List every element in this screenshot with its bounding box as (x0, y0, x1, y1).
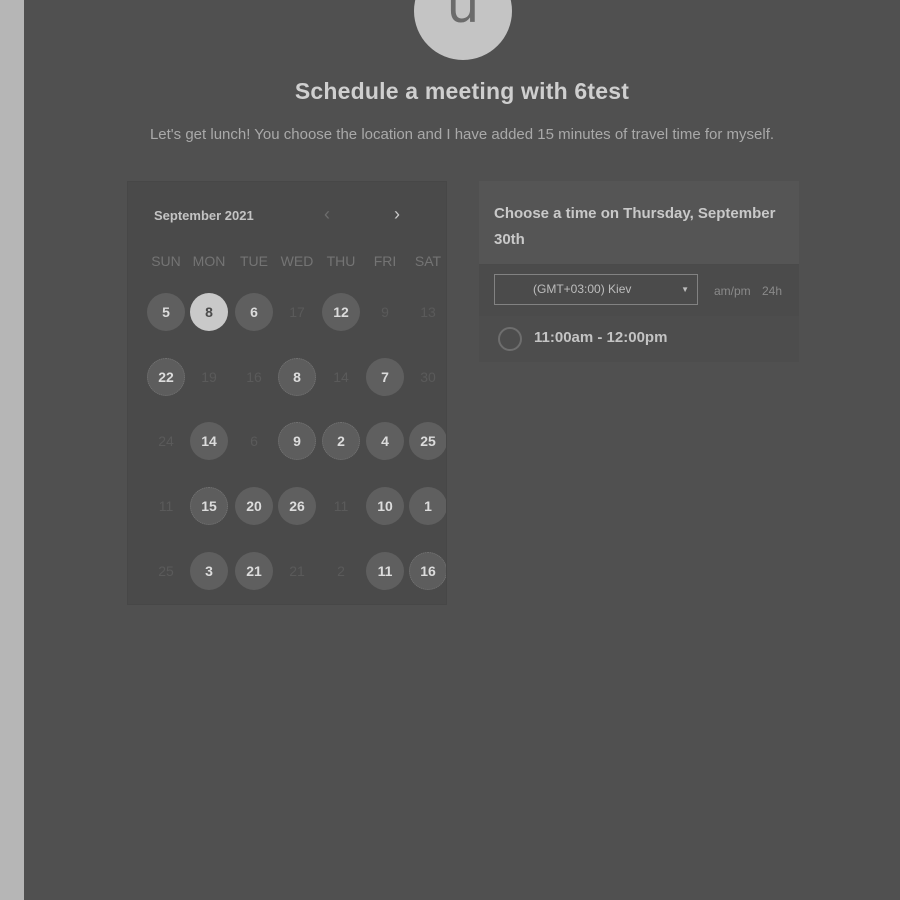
format-24h-toggle[interactable]: 24h (762, 284, 782, 298)
weekday-label: WED (280, 253, 314, 269)
calendar-day[interactable]: 26 (278, 487, 316, 525)
calendar-day[interactable]: 21 (235, 552, 273, 590)
time-slot-label: 11:00am - 12:00pm (534, 329, 668, 346)
calendar-day: 13 (420, 304, 436, 320)
calendar-day[interactable]: 16 (409, 552, 446, 590)
calendar-day[interactable]: 20 (235, 487, 273, 525)
calendar-day: 17 (289, 304, 305, 320)
calendar-day: 16 (246, 369, 262, 385)
calendar-day: 19 (201, 369, 217, 385)
calendar-day: 11 (158, 498, 174, 514)
weekday-label: TUE (240, 253, 268, 269)
avatar: u (414, 0, 512, 60)
left-sidebar-strip (0, 0, 24, 900)
weekday-label: SUN (151, 253, 181, 269)
time-selection-panel: Choose a time on Thursday, September 30t… (479, 181, 799, 362)
time-panel-header: Choose a time on Thursday, September 30t… (479, 181, 799, 265)
calendar-day[interactable]: 22 (147, 358, 185, 396)
calendar-day[interactable]: 25 (409, 422, 446, 460)
calendar-day: 14 (333, 369, 349, 385)
calendar-day-selected[interactable]: 8 (190, 293, 228, 331)
calendar-day: 9 (381, 304, 389, 320)
timezone-select[interactable]: (GMT+03:00) Kiev ▼ (494, 274, 698, 305)
calendar-day: 11 (333, 498, 349, 514)
caret-down-icon: ▼ (681, 285, 689, 294)
format-ampm-toggle[interactable]: am/pm (714, 284, 751, 298)
calendar-day: 21 (289, 563, 305, 579)
page-subtitle: Let's get lunch! You choose the location… (149, 126, 775, 143)
weekday-label: THU (326, 253, 356, 269)
calendar-day: 2 (337, 563, 345, 579)
weekday-label: MON (192, 253, 226, 269)
calendar-day: 25 (158, 563, 174, 579)
calendar-day[interactable]: 8 (278, 358, 316, 396)
calendar-day[interactable]: 6 (235, 293, 273, 331)
calendar-day[interactable]: 7 (366, 358, 404, 396)
time-panel-title: Choose a time on Thursday, September 30t… (494, 205, 776, 248)
calendar-month-label: September 2021 (154, 208, 254, 223)
calendar-day[interactable]: 2 (322, 422, 360, 460)
calendar-day[interactable]: 1 (409, 487, 446, 525)
calendar-day[interactable]: 10 (366, 487, 404, 525)
calendar-day: 30 (420, 369, 436, 385)
timezone-value: (GMT+03:00) Kiev (533, 282, 632, 296)
calendar-day[interactable]: 4 (366, 422, 404, 460)
radio-icon[interactable] (498, 327, 522, 351)
calendar-day[interactable]: 11 (366, 552, 404, 590)
time-slot[interactable]: 11:00am - 12:00pm (479, 316, 799, 362)
chevron-right-icon[interactable]: › (394, 204, 400, 225)
weekday-label: FRI (373, 253, 397, 269)
calendar-day[interactable]: 14 (190, 422, 228, 460)
page-title: Schedule a meeting with 6test (294, 78, 630, 104)
calendar-day[interactable]: 12 (322, 293, 360, 331)
calendar-day[interactable]: 3 (190, 552, 228, 590)
calendar-day[interactable]: 15 (190, 487, 228, 525)
calendar-day: 24 (158, 433, 174, 449)
calendar-day[interactable]: 9 (278, 422, 316, 460)
calendar-day[interactable]: 5 (147, 293, 185, 331)
calendar-day: 6 (250, 433, 258, 449)
chevron-left-icon[interactable]: ‹ (324, 204, 330, 225)
calendar: September 2021 ‹ › SUN MON TUE WED THU FRI SAT… (127, 181, 447, 605)
weekday-label: SAT (414, 253, 442, 269)
